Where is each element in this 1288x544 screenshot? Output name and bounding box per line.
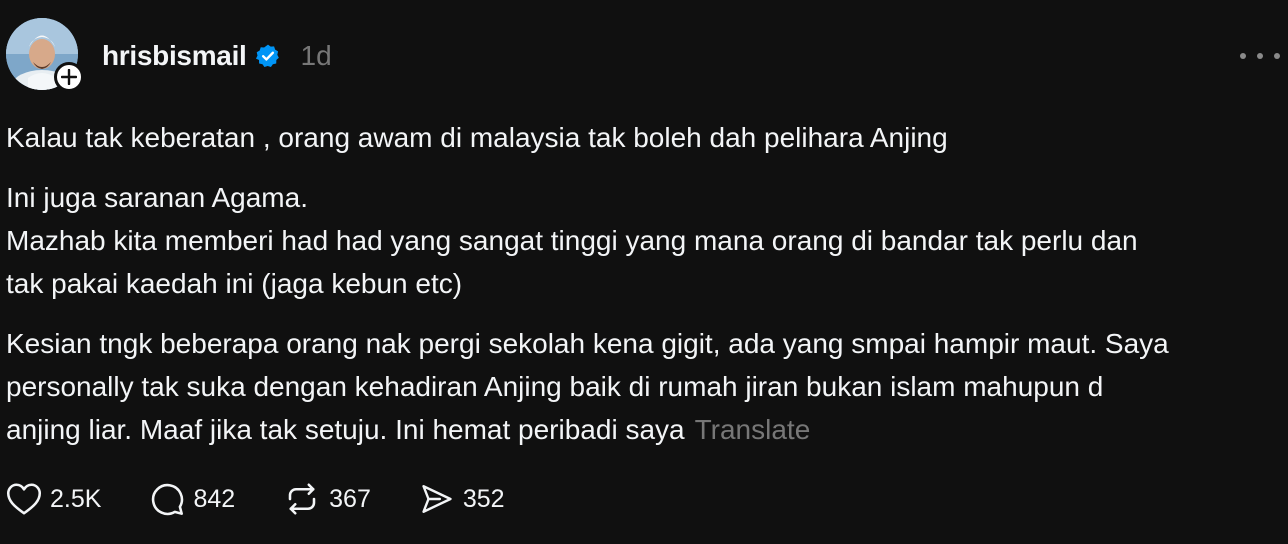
more-options-icon[interactable]: [1240, 44, 1280, 68]
follow-button[interactable]: [54, 62, 84, 92]
post-header: hrisbismail 1d: [102, 38, 332, 74]
like-count: 2.5K: [50, 484, 102, 513]
like-button[interactable]: 2.5K: [6, 482, 101, 516]
post-actions: 2.5K 842 367 352: [6, 478, 553, 520]
post-paragraph: Kalau tak keberatan , orang awam di mala…: [6, 116, 1286, 159]
post-text-line: Kesian tngk beberapa orang nak pergi sek…: [6, 328, 1169, 359]
post-text-line: personally tak suka dengan kehadiran Anj…: [6, 371, 1104, 402]
share-button[interactable]: 352: [419, 482, 505, 516]
comment-icon: [152, 483, 184, 516]
heart-icon: [6, 483, 42, 515]
post-paragraph: Ini juga saranan Agama. Mazhab kita memb…: [6, 176, 1286, 305]
repost-icon: [288, 483, 316, 515]
post-paragraph: Kesian tngk beberapa orang nak pergi sek…: [6, 322, 1286, 451]
author-avatar-container[interactable]: [6, 18, 84, 92]
post-text-line: Ini juga saranan Agama.: [6, 182, 308, 213]
repost-button[interactable]: 367: [283, 481, 371, 517]
plus-icon: [61, 69, 77, 85]
post-text-line: tak pakai kaedah ini (jaga kebun etc): [6, 268, 463, 299]
share-count: 352: [462, 484, 505, 513]
post-text-line: Kalau tak keberatan , orang awam di mala…: [6, 122, 948, 153]
post-timestamp: 1d: [300, 40, 332, 71]
verified-badge-icon: [255, 44, 279, 68]
threads-post: hrisbismail 1d Kalau tak keberatan , ora…: [0, 0, 1288, 544]
translate-link[interactable]: Translate: [695, 414, 811, 445]
repost-count: 367: [329, 484, 371, 513]
reply-count: 842: [193, 484, 236, 513]
username[interactable]: hrisbismail: [102, 40, 247, 72]
post-text-line: Mazhab kita memberi had had yang sangat …: [6, 225, 1138, 256]
reply-button[interactable]: 842: [149, 481, 235, 517]
post-text-line-last: anjing liar. Maaf jika tak setuju. Ini h…: [6, 408, 1286, 451]
send-icon: [422, 485, 452, 513]
post-text-fragment: anjing liar. Maaf jika tak setuju. Ini h…: [6, 414, 685, 445]
post-body: Kalau tak keberatan , orang awam di mala…: [6, 116, 1286, 451]
